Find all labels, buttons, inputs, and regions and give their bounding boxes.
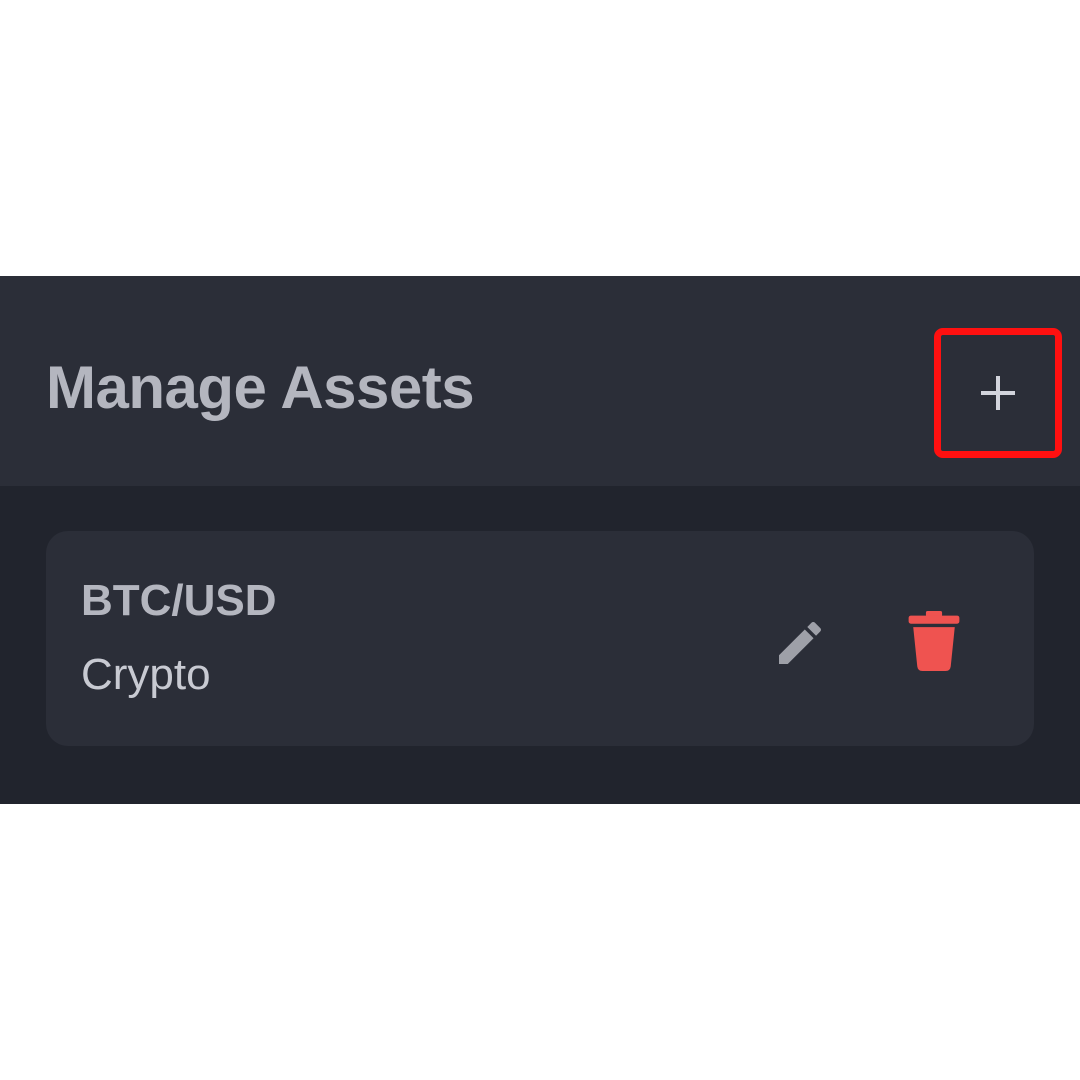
page-title: Manage Assets — [46, 354, 475, 421]
plus-icon — [981, 376, 1015, 410]
panel-header: Manage Assets — [0, 276, 1080, 486]
asset-category: Crypto — [81, 650, 211, 699]
pencil-icon — [779, 621, 822, 664]
edit-asset-button[interactable] — [772, 615, 828, 671]
asset-symbol: BTC/USD — [81, 576, 277, 625]
delete-asset-button[interactable] — [906, 611, 962, 671]
trash-icon — [908, 611, 960, 671]
asset-card: BTC/USD Crypto — [46, 531, 1034, 746]
screenshot-stage: Manage Assets BTC/USD Crypto — [0, 0, 1080, 1080]
manage-assets-panel: Manage Assets BTC/USD Crypto — [0, 276, 1080, 804]
add-asset-button[interactable] — [934, 328, 1062, 458]
